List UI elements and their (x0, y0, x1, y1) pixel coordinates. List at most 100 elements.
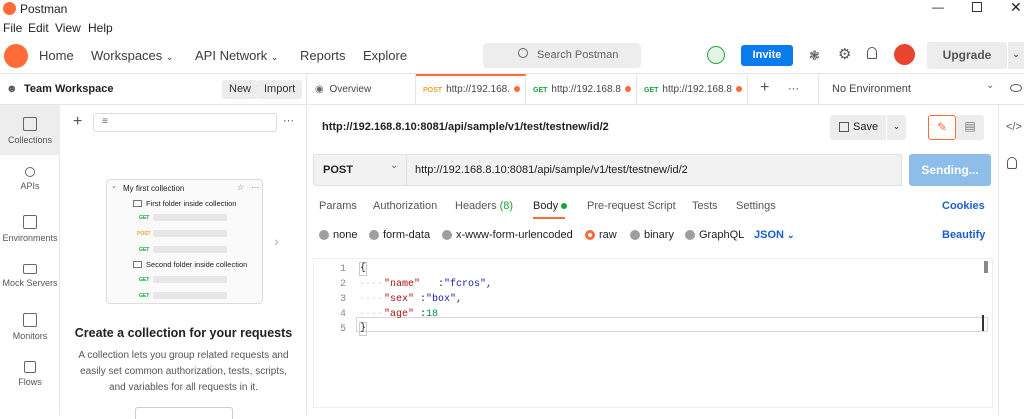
placeholder-line (153, 292, 227, 299)
tab-authorization[interactable]: Authorization (373, 200, 437, 212)
search-icon (518, 48, 528, 58)
docs-mode-button[interactable]: ▤ (956, 115, 984, 140)
bell-icon[interactable] (867, 47, 877, 59)
body-type-raw[interactable]: raw (585, 229, 617, 241)
tab-method: POST (423, 87, 443, 94)
avatar[interactable] (894, 44, 915, 65)
sidebar-item-label: Mock Servers (2, 278, 58, 288)
save-button[interactable]: Save (830, 115, 886, 140)
menu-edit[interactable]: Edit (28, 21, 49, 35)
title-bar: Postman — ✕ (0, 0, 1024, 18)
lightbulb-icon[interactable] (1007, 157, 1017, 169)
code-snippet-icon[interactable]: </> (1006, 121, 1022, 133)
more-options-icon[interactable]: ⋯ (283, 114, 294, 127)
illustration-folder-2: Second folder inside collection (146, 260, 248, 269)
folder-icon (133, 200, 142, 207)
postman-logo[interactable] (4, 44, 28, 68)
method-get: GET (139, 293, 150, 299)
tab-overview[interactable]: ◉ Overview (308, 74, 416, 105)
gear-icon[interactable]: ⚙ (838, 45, 851, 63)
tab-method: GET (644, 87, 659, 94)
flows-icon (24, 361, 36, 373)
code-editor[interactable]: 1 { 2 ···· "name" : "fcros", 3 ···· "sex… (313, 258, 993, 408)
method-select[interactable]: POST ⌄ (313, 154, 407, 186)
method-post: POST (137, 231, 151, 237)
minimize-button[interactable]: — (930, 0, 946, 16)
tab-tests[interactable]: Tests (692, 200, 718, 212)
filter-input[interactable]: ≡ (93, 113, 277, 132)
chevron-down-icon: ⌄ (787, 230, 795, 240)
body-tab-underline (533, 217, 565, 219)
sidebar-item-flows[interactable]: Flows (0, 361, 60, 387)
folder-icon (133, 261, 142, 268)
url-input[interactable]: http://192.168.8.10:8081/api/sample/v1/t… (407, 154, 902, 186)
sidebar-item-collections[interactable]: Collections (0, 105, 60, 155)
json-format-select[interactable]: JSON ⌄ (754, 229, 795, 241)
request-title: http://192.168.8.10:8081/api/sample/v1/t… (322, 121, 609, 133)
code-line-4: 4 ···· "age" : 18 (314, 307, 994, 322)
tab-params[interactable]: Params (319, 200, 357, 212)
cookies-link[interactable]: Cookies (942, 200, 985, 212)
sidebar-item-monitors[interactable]: Monitors (0, 313, 60, 341)
nav-workspaces[interactable]: Workspaces ⌄ (91, 48, 173, 63)
tab-headers[interactable]: Headers (8) (455, 200, 513, 212)
collection-illustration: ⌄ My first collection ☆ ⋯ First folder i… (106, 179, 263, 304)
tab-body[interactable]: Body (533, 200, 568, 212)
sidebar-item-mock-servers[interactable]: Mock Servers (0, 264, 60, 288)
new-tab-button[interactable]: + (760, 79, 769, 97)
body-type-label: x-www-form-urlencoded (456, 229, 573, 241)
nav-reports[interactable]: Reports (300, 48, 346, 63)
tab-label: http://192.168. (446, 84, 511, 95)
sidebar-item-apis[interactable]: APIs (0, 167, 60, 191)
create-collection-button[interactable] (135, 407, 233, 419)
workspace-name[interactable]: Team Workspace (24, 83, 113, 95)
body-type-none[interactable]: none (319, 229, 357, 241)
json-key: "name" (384, 279, 421, 290)
tab-request-active[interactable]: POST http://192.168. (416, 74, 526, 105)
new-button[interactable]: New (222, 80, 259, 99)
radio-icon (685, 230, 695, 241)
menu-help[interactable]: Help (88, 21, 113, 35)
upgrade-dropdown-button[interactable]: ⌄ (1008, 42, 1024, 69)
sync-status-icon[interactable] (707, 46, 725, 64)
scrollbar-thumb[interactable] (984, 261, 988, 273)
environments-icon (23, 215, 37, 229)
import-button[interactable]: Import (257, 80, 303, 99)
close-button[interactable]: ✕ (1010, 0, 1022, 16)
eye-icon[interactable] (1010, 84, 1022, 92)
menu-file[interactable]: File (3, 21, 22, 35)
method-get: GET (139, 215, 150, 221)
invite-button[interactable]: Invite (741, 45, 793, 66)
search-box[interactable]: Search Postman (483, 43, 641, 68)
body-type-label: binary (644, 229, 674, 241)
tab-request-3[interactable]: GET http://192.168.8 (637, 74, 748, 105)
empty-state-title: Create a collection for your requests (74, 326, 293, 340)
nav-api-network[interactable]: API Network ⌄ (195, 48, 278, 63)
sidebar-item-environments[interactable]: Environments (0, 215, 60, 243)
chevron-down-icon: ⌄ (270, 52, 279, 62)
upgrade-button[interactable]: Upgrade (927, 42, 1007, 69)
edit-mode-button[interactable]: ✎ (928, 115, 956, 140)
body-type-graphql[interactable]: GraphQL (685, 229, 744, 241)
body-type-form-data[interactable]: form-data (369, 229, 430, 241)
menu-view[interactable]: View (55, 21, 81, 35)
tabs-more-icon[interactable]: ⋯ (788, 82, 799, 95)
save-label: Save (853, 121, 879, 133)
tab-request-2[interactable]: GET http://192.168.8 (526, 74, 637, 105)
body-type-urlencoded[interactable]: x-www-form-urlencoded (442, 229, 573, 241)
body-type-binary[interactable]: binary (630, 229, 674, 241)
empty-state-text-3: and variables for all requests in it. (109, 382, 258, 393)
beautify-link[interactable]: Beautify (942, 229, 985, 241)
send-button[interactable]: Sending... (909, 154, 991, 186)
save-dropdown-button[interactable]: ⌄ (887, 115, 906, 140)
add-collection-button[interactable]: + (73, 113, 82, 131)
nav-explore[interactable]: Explore (363, 48, 407, 63)
nav-home[interactable]: Home (39, 48, 74, 63)
maximize-button[interactable] (972, 2, 982, 12)
radio-icon (630, 230, 640, 241)
tab-settings[interactable]: Settings (736, 200, 776, 212)
tab-pre-request-script[interactable]: Pre-request Script (587, 200, 676, 212)
satellite-icon[interactable]: ❃ (809, 48, 820, 64)
indent-guide: ···· (359, 294, 384, 305)
environment-selector[interactable]: No Environment ⌄ (818, 74, 1004, 105)
